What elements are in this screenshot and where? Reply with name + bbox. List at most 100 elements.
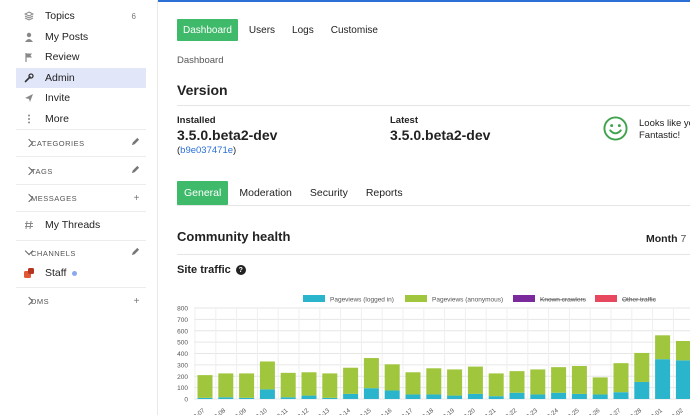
bar-anonymous <box>488 373 504 397</box>
sidebar-section-tags[interactable]: TAGS <box>16 162 146 180</box>
site-traffic-chart: Pageviews (logged in) Pageviews (anonymou… <box>158 288 690 415</box>
tab-dashboard[interactable]: Dashboard <box>177 19 238 41</box>
sidebar-divider <box>16 240 146 241</box>
bar-logged-in <box>405 394 421 399</box>
sidebar-divider <box>16 287 146 288</box>
pencil-icon[interactable] <box>131 165 140 177</box>
y-tick-label: 800 <box>177 306 188 313</box>
sidebar-item-staff[interactable]: Staff <box>16 263 146 283</box>
bar-anonymous <box>592 377 608 395</box>
sidebar-item-review[interactable]: Review <box>16 47 146 67</box>
sidebar-section-channels[interactable]: CHANNELS <box>16 244 146 262</box>
section-label: DMS <box>31 296 50 306</box>
legend-label: Pageviews (logged in) <box>330 297 394 304</box>
bar-logged-in <box>467 393 483 399</box>
y-tick-label: 500 <box>177 340 188 347</box>
sidebar-divider <box>16 156 146 157</box>
breadcrumb[interactable]: Dashboard <box>177 55 223 66</box>
sidebar-item-topics[interactable]: Topics 6 <box>16 6 146 26</box>
threads-icon <box>24 220 34 230</box>
sidebar-section-categories[interactable]: CATEGORIES <box>16 134 146 152</box>
user-icon <box>24 32 34 42</box>
sidebar-item-label: Topics <box>45 10 75 22</box>
divider <box>177 205 690 206</box>
section-label: MESSAGES <box>31 193 78 203</box>
sidebar-item-my-threads[interactable]: My Threads <box>16 215 146 235</box>
bar-logged-in <box>363 388 379 399</box>
sidebar-item-label: Staff <box>45 267 67 279</box>
main-content: Dashboard Users Logs Customise Dashboard… <box>158 0 690 415</box>
layers-icon <box>24 11 34 21</box>
tab-users[interactable]: Users <box>243 19 281 41</box>
installed-version: 3.5.0.beta2-dev <box>177 127 278 143</box>
sidebar-item-invite[interactable]: Invite <box>16 88 146 108</box>
divider <box>177 254 690 255</box>
y-tick-label: 300 <box>177 362 188 369</box>
commit-link[interactable]: b9e037471e <box>180 145 233 156</box>
x-tick-label: 2-11 <box>276 407 290 415</box>
more-vertical-icon <box>24 114 34 124</box>
bar-anonymous <box>467 366 483 394</box>
sidebar-item-more[interactable]: More <box>16 109 146 129</box>
x-tick-label: 2-26 <box>587 407 601 415</box>
help-icon[interactable]: ? <box>235 265 246 275</box>
x-tick-label: 2-23 <box>525 407 539 415</box>
bar-anonymous <box>571 366 587 394</box>
sidebar-item-label: Review <box>45 51 80 63</box>
status-message-line1: Looks like yo <box>639 118 690 129</box>
bar-logged-in <box>218 397 234 399</box>
tab-reports[interactable]: Reports <box>359 181 410 205</box>
tab-moderation[interactable]: Moderation <box>232 181 299 205</box>
chart-svg: Pageviews (logged in) Pageviews (anonymou… <box>177 295 690 415</box>
legend-swatch <box>595 295 617 302</box>
flag-icon <box>24 52 34 62</box>
latest-label: Latest <box>390 115 418 126</box>
site-traffic-label: Site traffic <box>177 264 231 276</box>
sidebar-item-label: Invite <box>45 92 71 104</box>
bar-anonymous <box>197 375 213 398</box>
bar-anonymous <box>301 372 317 396</box>
pencil-icon[interactable] <box>131 247 140 259</box>
tab-security[interactable]: Security <box>303 181 355 205</box>
bar-logged-in <box>197 397 213 399</box>
bar-anonymous <box>363 358 379 389</box>
sidebar-item-my-posts[interactable]: My Posts <box>16 27 146 47</box>
bar-logged-in <box>384 390 400 399</box>
bar-anonymous <box>509 371 525 393</box>
status-message-line2: Fantastic! <box>639 130 681 141</box>
smiley-icon <box>603 116 628 141</box>
y-tick-label: 200 <box>177 374 188 381</box>
plus-icon[interactable]: + <box>134 193 140 204</box>
top-accent-bar <box>158 0 690 2</box>
sidebar-divider <box>16 184 146 185</box>
pencil-icon[interactable] <box>131 137 140 149</box>
tab-general[interactable]: General <box>177 181 229 205</box>
legend-label: Known crawlers <box>540 297 587 304</box>
channel-icon <box>24 268 34 278</box>
sidebar-section-messages[interactable]: MESSAGES + <box>16 189 146 207</box>
sidebar-item-admin[interactable]: Admin <box>16 68 146 88</box>
plus-icon[interactable]: + <box>134 296 140 307</box>
bar-logged-in <box>447 395 463 399</box>
bar-logged-in <box>280 397 296 399</box>
bar-anonymous <box>259 361 275 390</box>
divider <box>177 105 690 106</box>
sidebar-section-dms[interactable]: DMS + <box>16 292 146 310</box>
legend-swatch <box>405 295 427 302</box>
bar-anonymous <box>322 373 338 398</box>
bar-logged-in <box>509 392 525 399</box>
tab-customise[interactable]: Customise <box>325 19 384 41</box>
x-tick-label: 2-14 <box>338 407 352 415</box>
sidebar: Topics 6 My Posts Review Admin Invite Mo… <box>0 0 158 415</box>
x-tick-label: 2-28 <box>629 407 643 415</box>
section-label: CHANNELS <box>31 248 76 258</box>
legend-swatch <box>513 295 535 302</box>
bar-anonymous <box>613 363 629 393</box>
tab-logs[interactable]: Logs <box>286 19 320 41</box>
x-tick-label: 2-07 <box>192 407 206 415</box>
legend-label: Other traffic <box>622 297 657 304</box>
period-selector[interactable]: Month7 F <box>646 233 690 245</box>
bar-logged-in <box>259 389 275 399</box>
bar-anonymous <box>675 340 690 361</box>
bar-anonymous <box>280 372 296 398</box>
